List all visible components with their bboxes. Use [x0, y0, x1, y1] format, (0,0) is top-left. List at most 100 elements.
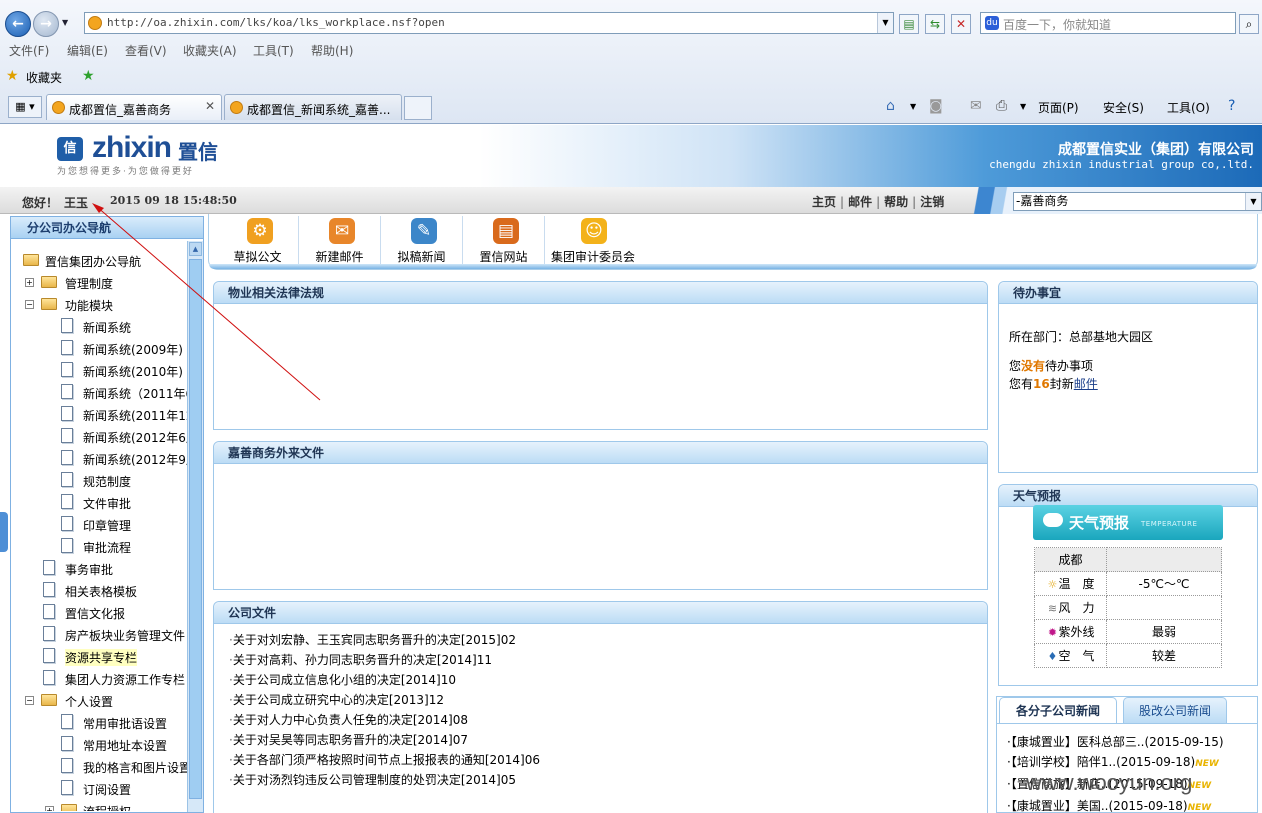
home-dropdown-icon[interactable]: ▼ — [910, 102, 916, 111]
list-item[interactable]: ·关于各部门须严格按照时间节点上报报表的通知[2014]06 — [229, 750, 540, 770]
search-input[interactable]: du 百度一下，你就知道 — [980, 12, 1236, 34]
news-title[interactable]: 【培训学校】陪伴1.. — [1011, 755, 1116, 769]
list-item[interactable]: ·关于公司成立研究中心的决定[2013]12 — [229, 690, 540, 710]
doc-link[interactable]: 关于对高莉、孙力同志职务晋升的决定[2014]11 — [233, 653, 492, 667]
tree-item-news-2011-6[interactable]: 新闻系统（2011年6 — [11, 381, 187, 403]
history-dropdown-icon[interactable]: ▼ — [62, 18, 68, 27]
logout-link[interactable]: 注销 — [920, 195, 944, 209]
tree-item-culture-news[interactable]: 置信文化报 — [11, 601, 187, 623]
menu-view[interactable]: 查看(V) — [125, 42, 167, 59]
tree-item-file-approval[interactable]: 文件审批 — [11, 491, 187, 513]
feeds-icon[interactable]: ◙ — [929, 98, 943, 114]
menu-favorites[interactable]: 收藏夹(A) — [183, 42, 237, 59]
tree-item-hr-column[interactable]: 集团人力资源工作专栏 — [11, 667, 187, 689]
new-tab-button[interactable] — [404, 96, 432, 120]
print-icon[interactable]: ⎙ — [996, 98, 1007, 114]
tab-news-system[interactable]: 成都置信_新闻系统_嘉善... — [224, 94, 402, 120]
mail-link[interactable]: 邮件 — [848, 195, 872, 209]
tree-item-news-2011-12[interactable]: 新闻系统(2011年12 — [11, 403, 187, 425]
list-item[interactable]: ·关于对吴昊等同志职务晋升的决定[2014]07 — [229, 730, 540, 750]
doc-link[interactable]: 关于各部门须严格按照时间节点上报报表的通知[2014]06 — [233, 753, 540, 767]
read-mail-icon[interactable]: ✉ — [970, 98, 982, 114]
help-icon[interactable]: ? — [1228, 98, 1235, 114]
back-button[interactable]: ← — [5, 11, 31, 37]
page-menu[interactable]: 页面(P) — [1038, 99, 1079, 116]
tree-item-approval-phrases[interactable]: 常用审批语设置 — [11, 711, 187, 733]
doc-link[interactable]: 关于对吴昊等同志职务晋升的决定[2014]07 — [233, 733, 468, 747]
sidebar-scrollbar[interactable]: ▲ — [187, 241, 203, 812]
home-icon[interactable]: ⌂ — [886, 98, 895, 114]
list-item[interactable]: ·关于对刘宏静、王玉宾同志职务晋升的决定[2015]02 — [229, 630, 540, 650]
close-tab-icon[interactable]: ✕ — [205, 99, 215, 113]
collapse-icon[interactable]: − — [25, 696, 34, 705]
refresh-icon[interactable]: ⇆ — [925, 14, 945, 34]
doc-link[interactable]: 关于公司成立研究中心的决定[2013]12 — [233, 693, 444, 707]
tree-item-address-book[interactable]: 常用地址本设置 — [11, 733, 187, 755]
doc-link[interactable]: 关于对刘宏静、王玉宾同志职务晋升的决定[2015]02 — [233, 633, 516, 647]
tree-item-news[interactable]: 新闻系统 — [11, 315, 187, 337]
favorites-star-icon[interactable]: ★ — [6, 68, 19, 84]
add-favorite-icon[interactable]: ★ — [82, 68, 95, 84]
tree-item-group-nav[interactable]: 置信集团办公导航 — [11, 249, 187, 271]
tree-item-subscription[interactable]: 订阅设置 — [11, 777, 187, 799]
tree-item-modules[interactable]: − 功能模块 — [11, 293, 187, 315]
print-dropdown-icon[interactable]: ▼ — [1020, 102, 1026, 111]
scrollbar-thumb[interactable] — [189, 259, 202, 799]
collapse-icon[interactable]: − — [25, 300, 34, 309]
home-link[interactable]: 主页 — [812, 195, 836, 209]
tree-item-news-2012-9[interactable]: 新闻系统(2012年9月 — [11, 447, 187, 469]
tree-item-flow-authorization[interactable]: + 流程授权 — [11, 799, 187, 811]
tree-item-standards[interactable]: 规范制度 — [11, 469, 187, 491]
chevron-down-icon[interactable]: ▼ — [1245, 193, 1261, 210]
tree-item-approval-flow[interactable]: 审批流程 — [11, 535, 187, 557]
list-item[interactable]: ·关于对人力中心负责人任免的决定[2014]08 — [229, 710, 540, 730]
compatibility-icon[interactable]: ▤ — [899, 14, 919, 34]
tree-item-news-2012-6[interactable]: 新闻系统(2012年6月 — [11, 425, 187, 447]
doc-link[interactable]: 关于对人力中心负责人任免的决定[2014]08 — [233, 713, 468, 727]
address-bar[interactable]: http://oa.zhixin.com/lks/koa/lks_workpla… — [84, 12, 894, 34]
tree-item-motto-settings[interactable]: 我的格言和图片设置 — [11, 755, 187, 777]
list-item[interactable]: ·关于公司成立信息化小组的决定[2014]10 — [229, 670, 540, 690]
quick-tabs-icon[interactable]: ▦ ▾ — [8, 96, 42, 118]
help-link[interactable]: 帮助 — [884, 195, 908, 209]
news-title[interactable]: 【康城置业】美国.. — [1011, 799, 1109, 813]
stop-icon[interactable]: ✕ — [951, 14, 971, 34]
audit-committee-button[interactable]: ☺ 集团审计委员会 — [545, 216, 641, 264]
list-item[interactable]: ·【康城置业】医科总部三..(2015-09-15) — [1007, 732, 1224, 752]
scroll-up-icon[interactable]: ▲ — [189, 242, 202, 256]
tab-subsidiary-news[interactable]: 各分子公司新闻 — [999, 697, 1117, 723]
menu-help[interactable]: 帮助(H) — [311, 42, 353, 59]
new-mail-button[interactable]: ✉ 新建邮件 — [299, 216, 381, 264]
new-mail-link[interactable]: 邮件 — [1074, 377, 1098, 391]
security-menu[interactable]: 安全(S) — [1103, 99, 1144, 116]
address-url[interactable]: http://oa.zhixin.com/lks/koa/lks_workpla… — [107, 16, 445, 29]
tree-item-management[interactable]: + 管理制度 — [11, 271, 187, 293]
tools-command-menu[interactable]: 工具(O) — [1167, 99, 1210, 116]
tree-item-realestate-docs[interactable]: 房产板块业务管理文件 — [11, 623, 187, 645]
zhixin-website-button[interactable]: ▤ 置信网站 — [463, 216, 545, 264]
expand-icon[interactable]: + — [25, 278, 34, 287]
doc-link[interactable]: 关于公司成立信息化小组的决定[2014]10 — [233, 673, 456, 687]
search-icon[interactable]: ⌕ — [1239, 14, 1259, 34]
menu-tools[interactable]: 工具(T) — [253, 42, 294, 59]
tab-jiashan-business[interactable]: 成都置信_嘉善商务 ✕ — [46, 94, 222, 120]
tree-item-form-templates[interactable]: 相关表格模板 — [11, 579, 187, 601]
news-title[interactable]: 【康城置业】医科总部三.. — [1011, 735, 1145, 749]
forward-button[interactable]: → — [33, 11, 59, 37]
tab-shareholding-news[interactable]: 股改公司新闻 — [1123, 697, 1227, 723]
draft-news-button[interactable]: ✎ 拟稿新闻 — [381, 216, 463, 264]
list-item[interactable]: ·关于对高莉、孙力同志职务晋升的决定[2014]11 — [229, 650, 540, 670]
tree-item-resource-sharing[interactable]: 资源共享专栏 — [11, 645, 187, 667]
menu-edit[interactable]: 编辑(E) — [67, 42, 108, 59]
site-selector[interactable]: -嘉善商务 ▼ — [1013, 192, 1262, 211]
draft-document-button[interactable]: ⚙ 草拟公文 — [217, 216, 299, 264]
tree-item-personal-settings[interactable]: − 个人设置 — [11, 689, 187, 711]
doc-link[interactable]: 关于对汤烈钧违反公司管理制度的处罚决定[2014]05 — [233, 773, 516, 787]
address-dropdown-icon[interactable]: ▼ — [877, 13, 893, 33]
menu-file[interactable]: 文件(F) — [9, 42, 49, 59]
tree-item-affairs-approval[interactable]: 事务审批 — [11, 557, 187, 579]
tree-item-news-2010[interactable]: 新闻系统(2010年) — [11, 359, 187, 381]
sidebar-collapse-handle[interactable] — [0, 512, 8, 552]
favorites-button[interactable]: 收藏夹 — [26, 69, 62, 86]
list-item[interactable]: ·【康城置业】美国..(2015-09-18)NEW — [1007, 796, 1224, 813]
